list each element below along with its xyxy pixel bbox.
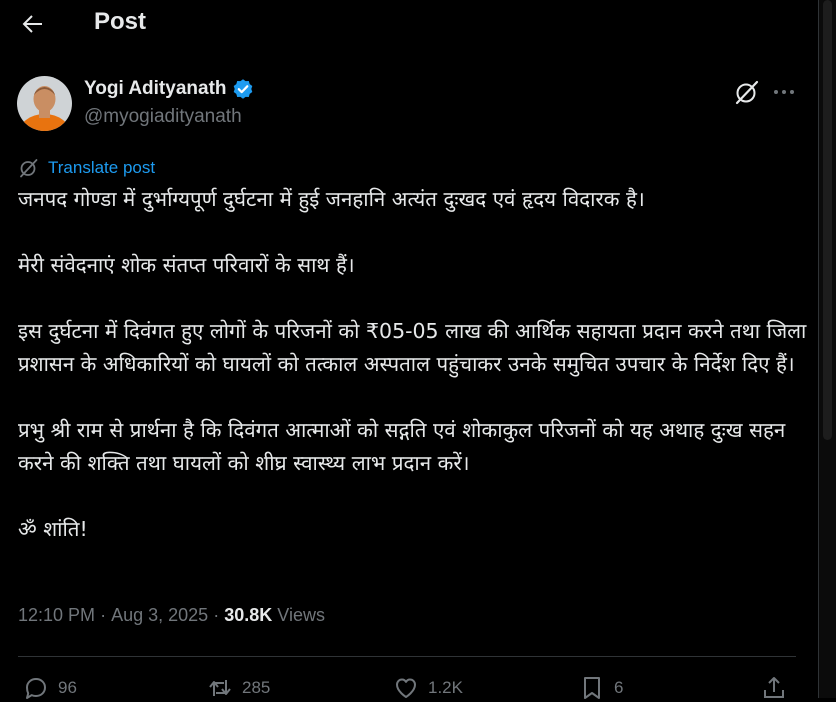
more-button[interactable]	[770, 82, 798, 102]
scrollbar-thumb[interactable]	[823, 0, 832, 440]
author-name-row: Yogi Adityanath	[84, 78, 254, 100]
post-date[interactable]: Aug 3, 2025	[111, 605, 208, 626]
more-icon	[774, 90, 794, 94]
translate-post-link[interactable]: Translate post	[18, 157, 155, 179]
post-time[interactable]: 12:10 PM	[18, 605, 95, 626]
avatar[interactable]	[17, 76, 72, 131]
translate-post-label[interactable]: Translate post	[48, 158, 155, 178]
back-button[interactable]	[16, 9, 50, 39]
translate-icon	[20, 159, 38, 178]
tweet-text: जनपद गोण्डा में दुर्भाग्यपूर्ण दुर्घटना …	[18, 183, 808, 546]
divider	[18, 656, 796, 657]
grok-button[interactable]	[733, 78, 761, 106]
author-handle[interactable]: @myogiadityanath	[84, 106, 242, 128]
views-label: Views	[277, 605, 325, 625]
tweet-paragraph: प्रभु श्री राम से प्रार्थना है कि दिवंगत…	[18, 418, 786, 475]
tweet-paragraph: मेरी संवेदनाएं शोक संतप्त परिवारों के सा…	[18, 253, 355, 277]
post-header: Post	[0, 0, 818, 50]
page-title: Post	[94, 8, 147, 35]
back-arrow-icon	[22, 15, 42, 33]
grok-icon	[735, 80, 759, 105]
views-count[interactable]: 30.8K	[224, 605, 272, 626]
post-meta: 12:10 PM · Aug 3, 2025 · 30.8K Views	[18, 605, 325, 626]
repost-count: 285	[242, 678, 271, 697]
bookmark-count: 6	[614, 678, 624, 697]
verified-badge-icon	[233, 79, 252, 99]
tweet-paragraph: इस दुर्घटना में दिवंगत हुए लोगों के परिज…	[18, 319, 807, 376]
reply-count: 96	[58, 678, 77, 697]
tweet-paragraph: ॐ शांति!	[18, 517, 88, 541]
author-name[interactable]: Yogi Adityanath	[84, 78, 227, 100]
avatar-image	[17, 76, 72, 131]
tweet-paragraph: जनपद गोण्डा में दुर्भाग्यपूर्ण दुर्घटना …	[18, 187, 645, 211]
like-count: 1.2K	[428, 678, 463, 697]
